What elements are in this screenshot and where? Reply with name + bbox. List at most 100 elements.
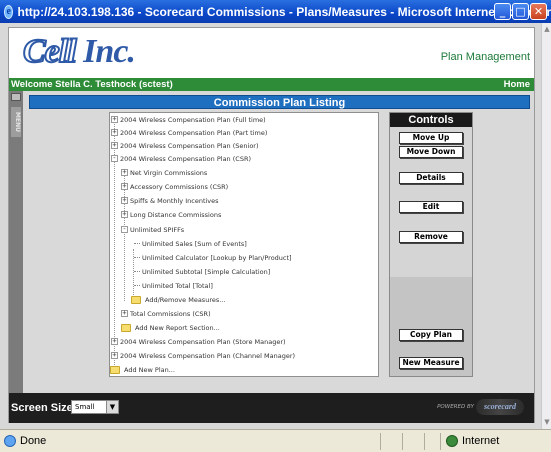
tree-item-section[interactable]: + Spiffs & Monthly Incentives — [121, 194, 219, 207]
maximize-button[interactable]: □ — [512, 3, 529, 20]
tree-item-section[interactable]: + Long Distance Commissions — [121, 208, 221, 221]
tree-item-label[interactable]: Total Commissions (CSR) — [130, 310, 211, 318]
screen-size-label: Screen Size: — [11, 402, 77, 414]
tree-item-label[interactable]: Add New Report Section... — [135, 324, 220, 332]
controls-panel: Controls Move Up Move Down Details Edit … — [389, 112, 473, 377]
add-report-section-link[interactable]: Add New Report Section... — [121, 321, 220, 334]
tree-item-section[interactable]: + Accessory Commissions (CSR) — [121, 180, 228, 193]
move-down-button[interactable]: Move Down — [399, 146, 463, 158]
tree-item-label[interactable]: Spiffs & Monthly Incentives — [130, 197, 219, 205]
details-button[interactable]: Details — [399, 172, 463, 184]
app-frame: Cell Inc. Plan Management Welcome Stella… — [8, 27, 535, 423]
tree-item-label[interactable]: Unlimited Calculator [Lookup by Plan/Pro… — [142, 254, 292, 262]
user-bar: Welcome Stella C. Testhock (sctest) Home — [9, 78, 534, 91]
page-icon — [4, 435, 16, 447]
tree-connector — [134, 243, 140, 244]
tree-item-plan[interactable]: - 2004 Wireless Compensation Plan (CSR) — [111, 152, 251, 165]
powered-by-label: POWERED BY — [437, 404, 474, 410]
tree-item-label[interactable]: 2004 Wireless Compensation Plan (Full ti… — [120, 116, 266, 124]
tree-item-label[interactable]: Accessory Commissions (CSR) — [130, 183, 228, 191]
collapsed-menu-strip[interactable]: MENU — [9, 91, 23, 393]
tree-item-plan[interactable]: + 2004 Wireless Compensation Plan (Store… — [111, 335, 286, 348]
tree-item-section[interactable]: + Total Commissions (CSR) — [121, 307, 211, 320]
expand-icon[interactable]: + — [111, 129, 118, 136]
tree-item-plan[interactable]: + 2004 Wireless Compensation Plan (Senio… — [111, 139, 259, 152]
add-new-plan-link[interactable]: Add New Plan... — [110, 363, 175, 376]
welcome-text: Welcome Stella C. Testhock (sctest) — [11, 79, 173, 90]
tree-item-plan[interactable]: + 2004 Wireless Compensation Plan (Part … — [111, 126, 267, 139]
remove-button[interactable]: Remove — [399, 231, 463, 243]
screen-size-value: Small — [75, 403, 95, 411]
expand-icon[interactable]: + — [111, 142, 118, 149]
status-divider — [424, 433, 425, 450]
status-text: Done — [20, 435, 47, 447]
home-link[interactable]: Home — [504, 79, 530, 90]
scroll-down-icon[interactable]: ▼ — [543, 418, 551, 427]
tree-item-label[interactable]: Unlimited Sales [Sum of Events] — [142, 240, 247, 248]
expand-icon[interactable]: + — [121, 211, 128, 218]
internet-explorer-icon: e — [4, 4, 14, 19]
tree-item-section[interactable]: + Net Virgin Commissions — [121, 166, 207, 179]
app-footer: Screen Size: Small ▼ POWERED BY scorecar… — [9, 393, 534, 423]
tree-item-label[interactable]: Unlimited Subtotal [Simple Calculation] — [142, 268, 270, 276]
expand-icon[interactable]: + — [111, 338, 118, 345]
tree-connector — [134, 271, 140, 272]
tree-connector — [134, 257, 140, 258]
app-header: Cell Inc. Plan Management — [9, 28, 534, 78]
tree-item-measure[interactable]: Unlimited Calculator [Lookup by Plan/Pro… — [134, 251, 292, 264]
close-button[interactable]: ✕ — [530, 3, 547, 20]
edit-button[interactable]: Edit — [399, 201, 463, 213]
expand-icon[interactable]: + — [111, 116, 118, 123]
tree-item-measure[interactable]: Unlimited Subtotal [Simple Calculation] — [134, 265, 270, 278]
folder-icon — [110, 365, 120, 374]
collapse-icon[interactable]: - — [121, 226, 128, 233]
tree-item-label[interactable]: 2004 Wireless Compensation Plan (CSR) — [120, 155, 251, 163]
browser-statusbar: Done Internet — [0, 429, 551, 452]
screen-size-select[interactable]: Small ▼ — [71, 400, 119, 414]
browser-viewport: Cell Inc. Plan Management Welcome Stella… — [0, 23, 541, 429]
tree-item-label[interactable]: Net Virgin Commissions — [130, 169, 207, 177]
copy-plan-button[interactable]: Copy Plan — [399, 329, 463, 341]
tree-item-label[interactable]: 2004 Wireless Compensation Plan (Senior) — [120, 142, 259, 150]
menu-tab-label[interactable]: MENU — [11, 107, 21, 137]
collapse-icon[interactable]: - — [111, 155, 118, 162]
tree-item-label[interactable]: 2004 Wireless Compensation Plan (Part ti… — [120, 129, 267, 137]
internet-zone-icon — [446, 435, 458, 447]
window-titlebar: e http://24.103.198.136 - Scorecard Comm… — [0, 0, 551, 23]
tree-item-plan[interactable]: + 2004 Wireless Compensation Plan (Chann… — [111, 349, 295, 362]
tree-item-label[interactable]: Add/Remove Measures... — [145, 296, 225, 304]
expand-icon[interactable]: + — [121, 169, 128, 176]
tree-item-measure[interactable]: Unlimited Total [Total] — [134, 279, 213, 292]
status-divider — [440, 433, 441, 450]
section-title: Plan Management — [440, 51, 530, 63]
tree-item-label[interactable]: Add New Plan... — [124, 366, 175, 374]
plan-tree[interactable]: + 2004 Wireless Compensation Plan (Full … — [109, 112, 379, 377]
expand-icon[interactable]: + — [121, 310, 128, 317]
vertical-scrollbar[interactable]: ▲ ▼ — [541, 23, 551, 429]
controls-title: Controls — [390, 113, 472, 127]
cell-inc-logo[interactable]: Cell Inc. — [22, 32, 136, 71]
status-divider — [380, 433, 381, 450]
tree-item-label[interactable]: Unlimited SPIFFs — [130, 226, 184, 234]
logo-inc: Inc. — [83, 33, 136, 70]
tree-item-section[interactable]: - Unlimited SPIFFs — [121, 223, 184, 236]
tree-item-label[interactable]: 2004 Wireless Compensation Plan (Channel… — [120, 352, 295, 360]
tree-item-label[interactable]: Long Distance Commissions — [130, 211, 221, 219]
expand-icon[interactable]: + — [121, 197, 128, 204]
folder-icon — [121, 323, 131, 332]
status-divider — [402, 433, 403, 450]
move-up-button[interactable]: Move Up — [399, 132, 463, 144]
expand-icon[interactable]: + — [111, 352, 118, 359]
controls-body: Move Up Move Down Details Edit Remove Co… — [390, 127, 472, 376]
tree-item-label[interactable]: 2004 Wireless Compensation Plan (Store M… — [120, 338, 286, 346]
menu-toggle-icon[interactable] — [11, 93, 21, 101]
new-measure-button[interactable]: New Measure — [399, 357, 463, 369]
expand-icon[interactable]: + — [121, 183, 128, 190]
tree-item-label[interactable]: Unlimited Total [Total] — [142, 282, 213, 290]
tree-item-plan[interactable]: + 2004 Wireless Compensation Plan (Full … — [111, 113, 266, 126]
scroll-up-icon[interactable]: ▲ — [543, 25, 551, 34]
chevron-down-icon[interactable]: ▼ — [106, 401, 118, 413]
tree-item-measure[interactable]: Unlimited Sales [Sum of Events] — [134, 237, 247, 250]
minimize-button[interactable]: _ — [494, 3, 511, 20]
add-remove-measures-link[interactable]: Add/Remove Measures... — [131, 293, 225, 306]
